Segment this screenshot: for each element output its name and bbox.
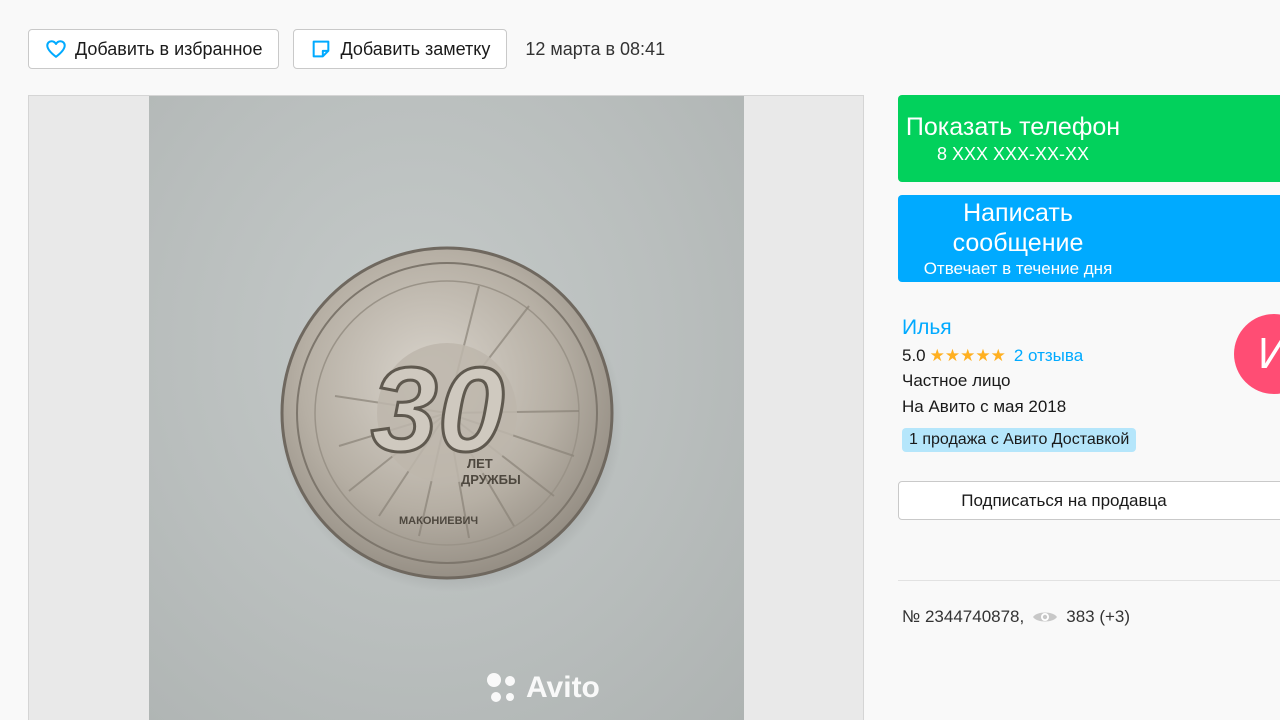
subscribe-label: Подписаться на продавца bbox=[961, 490, 1167, 510]
heart-icon bbox=[45, 38, 67, 60]
seller-name-link[interactable]: Илья bbox=[902, 314, 1232, 342]
item-photo[interactable]: 30 ЛЕТ ДРУЖБЫ МАКОНИЕВИЧ bbox=[149, 96, 744, 720]
subscribe-seller-button[interactable]: Подписаться на продавца bbox=[898, 481, 1280, 520]
listing-number: № 2344740878, bbox=[902, 607, 1025, 626]
watermark-text: Avito bbox=[526, 671, 600, 704]
add-to-favorites-button[interactable]: Добавить в избранное bbox=[28, 29, 280, 69]
photo-gallery[interactable]: 30 ЛЕТ ДРУЖБЫ МАКОНИЕВИЧ Avito bbox=[28, 95, 864, 720]
show-phone-label: Показать телефон bbox=[905, 112, 1121, 141]
coin-image: 30 ЛЕТ ДРУЖБЫ МАКОНИЕВИЧ bbox=[279, 246, 623, 592]
avito-logo-icon bbox=[484, 670, 520, 706]
seller-rating: 5.0 ★★★★★ 2 отзыва bbox=[902, 344, 1232, 368]
views-count: 383 (+3) bbox=[1066, 607, 1131, 626]
coin-text-line1: ЛЕТ bbox=[467, 456, 493, 471]
eye-icon bbox=[1032, 609, 1058, 625]
note-icon bbox=[310, 38, 332, 60]
listing-page: Добавить в избранное Добавить заметку 12… bbox=[0, 0, 1280, 720]
phone-number: 8 XXX XXX-XX-XX bbox=[936, 143, 1090, 164]
divider bbox=[898, 580, 1280, 581]
coin-text-line2: ДРУЖБЫ bbox=[461, 472, 521, 487]
delivery-badge: 1 продажа с Авито Доставкой bbox=[902, 428, 1137, 452]
add-note-button[interactable]: Добавить заметку bbox=[293, 29, 508, 69]
write-message-label: Написать сообщение bbox=[952, 198, 1084, 257]
top-actions: Добавить в избранное Добавить заметку 12… bbox=[28, 29, 665, 69]
add-note-label: Добавить заметку bbox=[340, 38, 491, 59]
add-to-favorites-label: Добавить в избранное bbox=[75, 38, 263, 59]
response-time: Отвечает в течение дня bbox=[923, 258, 1113, 278]
rating-stars-icon: ★★★★★ bbox=[929, 346, 1006, 365]
write-message-button[interactable]: Написать сообщение Отвечает в течение дн… bbox=[898, 195, 1280, 282]
seller-type: Частное лицо bbox=[902, 371, 1011, 390]
coin-text-bottom: МАКОНИЕВИЧ bbox=[399, 515, 478, 527]
show-phone-button[interactable]: Показать телефон 8 XXX XXX-XX-XX bbox=[898, 95, 1280, 182]
avatar[interactable]: И bbox=[1234, 314, 1280, 394]
avatar-letter: И bbox=[1258, 329, 1280, 378]
listing-meta: № 2344740878, 383 (+3) bbox=[902, 607, 1130, 627]
publish-date: 12 марта в 08:41 bbox=[525, 38, 666, 59]
seller-since: На Авито с мая 2018 bbox=[902, 397, 1067, 416]
seller-info: Илья 5.0 ★★★★★ 2 отзыва Частное лицо На … bbox=[902, 314, 1232, 452]
rating-value: 5.0 bbox=[902, 346, 926, 365]
watermark: Avito bbox=[484, 670, 600, 706]
reviews-link[interactable]: 2 отзыва bbox=[1014, 346, 1083, 366]
